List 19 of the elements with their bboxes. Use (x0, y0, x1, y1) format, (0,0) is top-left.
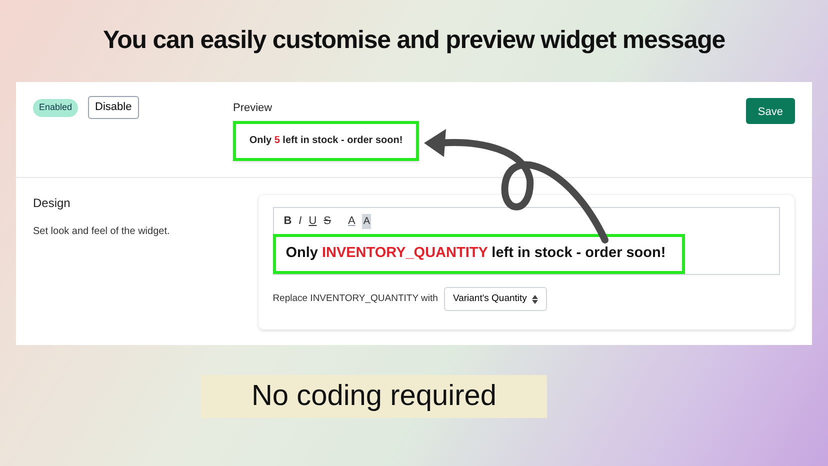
preview-label: Preview (233, 101, 274, 116)
headline: You can easily customise and preview widget message (102, 25, 726, 56)
editor-message[interactable]: Only INVENTORY_QUANTITY left in stock - order soon! (272, 234, 685, 274)
italic-button[interactable]: I (298, 212, 302, 230)
strike-button[interactable]: S (324, 212, 331, 230)
save-button[interactable]: Save (746, 98, 795, 124)
preview-message: Only 5 left in stock - order soon! (233, 120, 419, 160)
disable-button[interactable]: Disable (88, 96, 139, 118)
design-title: Design (33, 195, 72, 212)
sort-caret-icon (532, 294, 538, 304)
design-description: Set look and feel of the widget. (33, 225, 171, 239)
underline-button[interactable]: U (308, 212, 317, 230)
quantity-select[interactable]: Variant's Quantity (444, 287, 547, 311)
text-color-button[interactable]: A (348, 212, 356, 230)
bold-button[interactable]: B (284, 212, 292, 230)
highlight-button[interactable]: A (362, 214, 372, 229)
replace-label: Replace INVENTORY_QUANTITY with (272, 292, 438, 306)
banner: No coding required (201, 375, 547, 418)
status-badge: Enabled (33, 99, 78, 116)
